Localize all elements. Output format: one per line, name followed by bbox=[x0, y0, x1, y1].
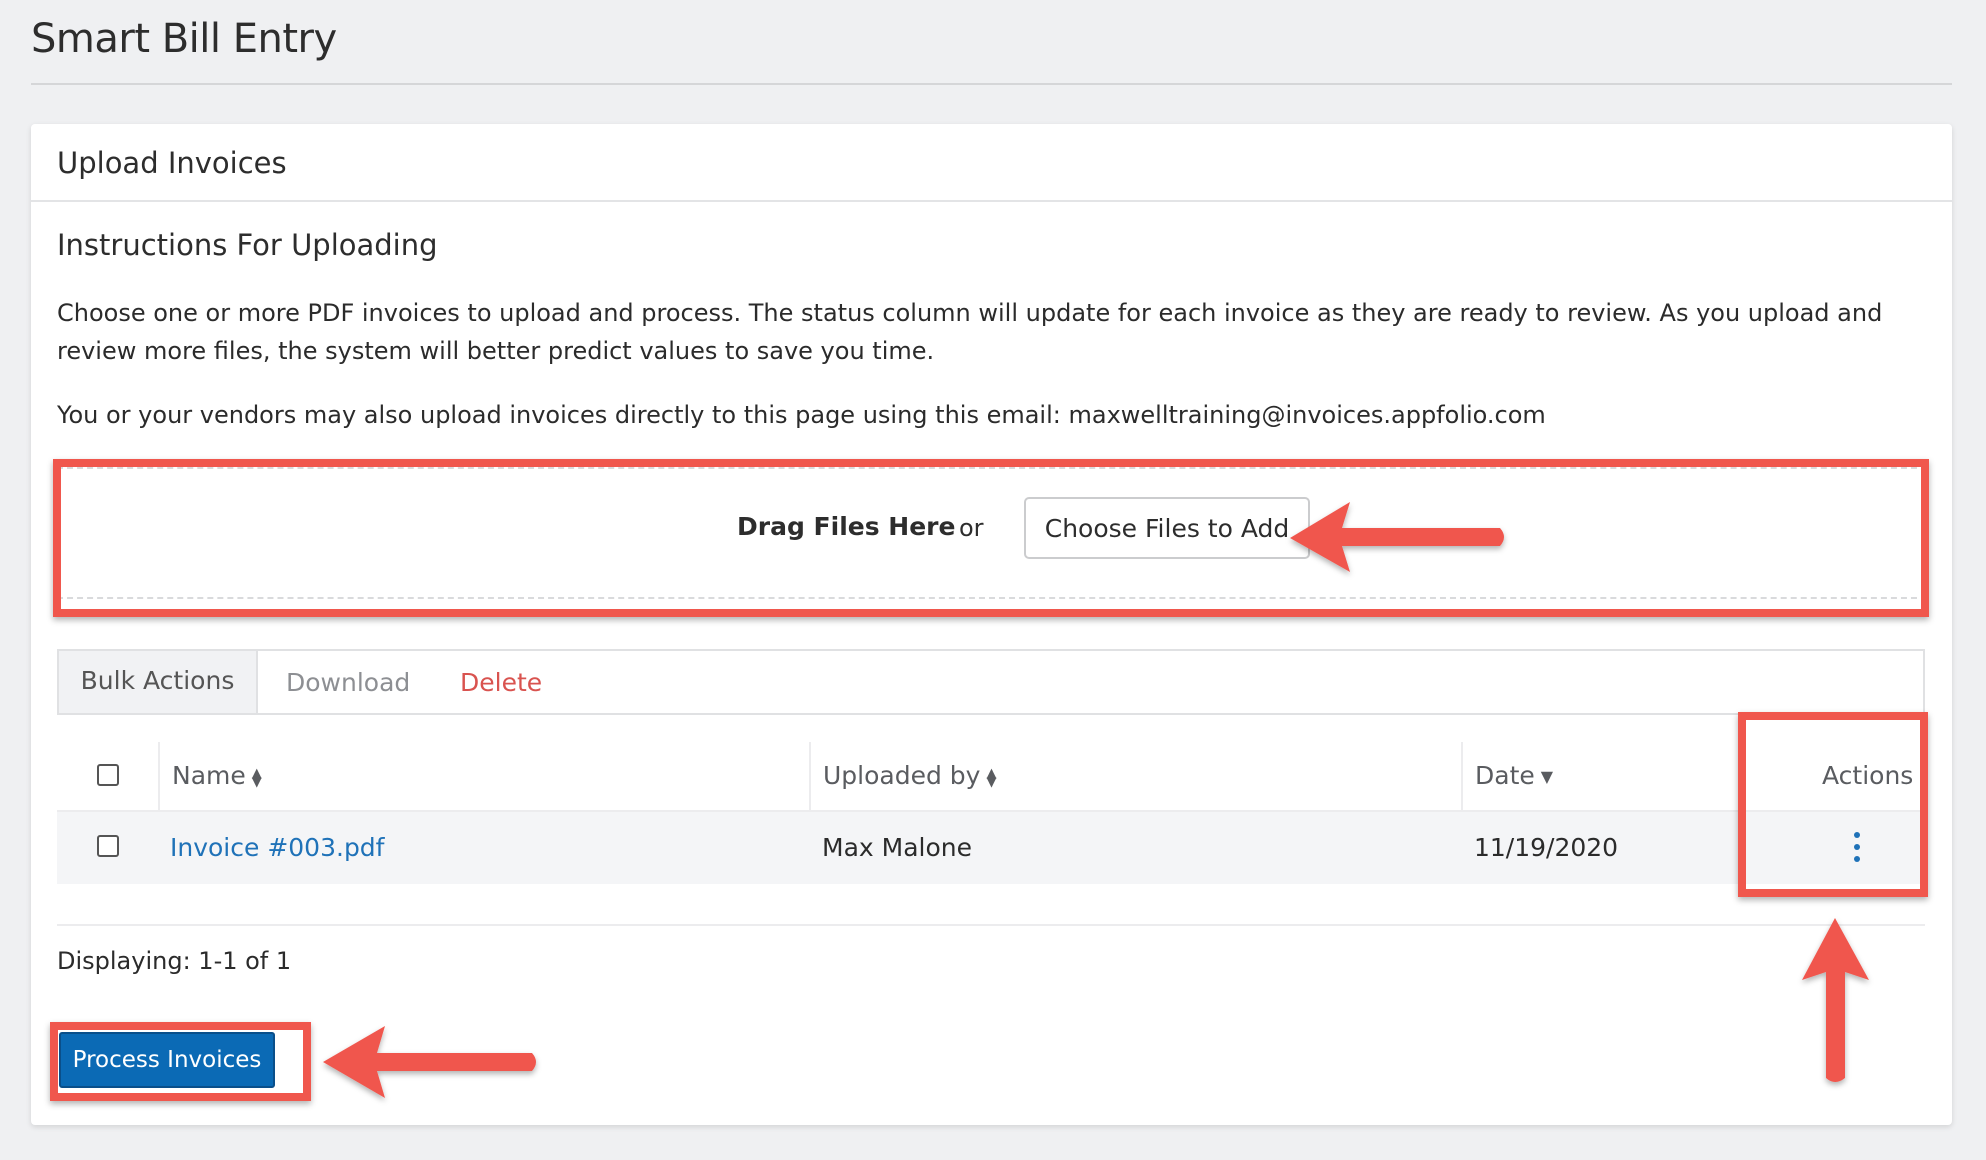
annotation-arrows bbox=[323, 502, 1869, 1098]
arrow-left-icon bbox=[1290, 502, 1504, 572]
arrow-left-icon bbox=[323, 1026, 536, 1098]
arrow-up-icon bbox=[1802, 918, 1869, 1082]
